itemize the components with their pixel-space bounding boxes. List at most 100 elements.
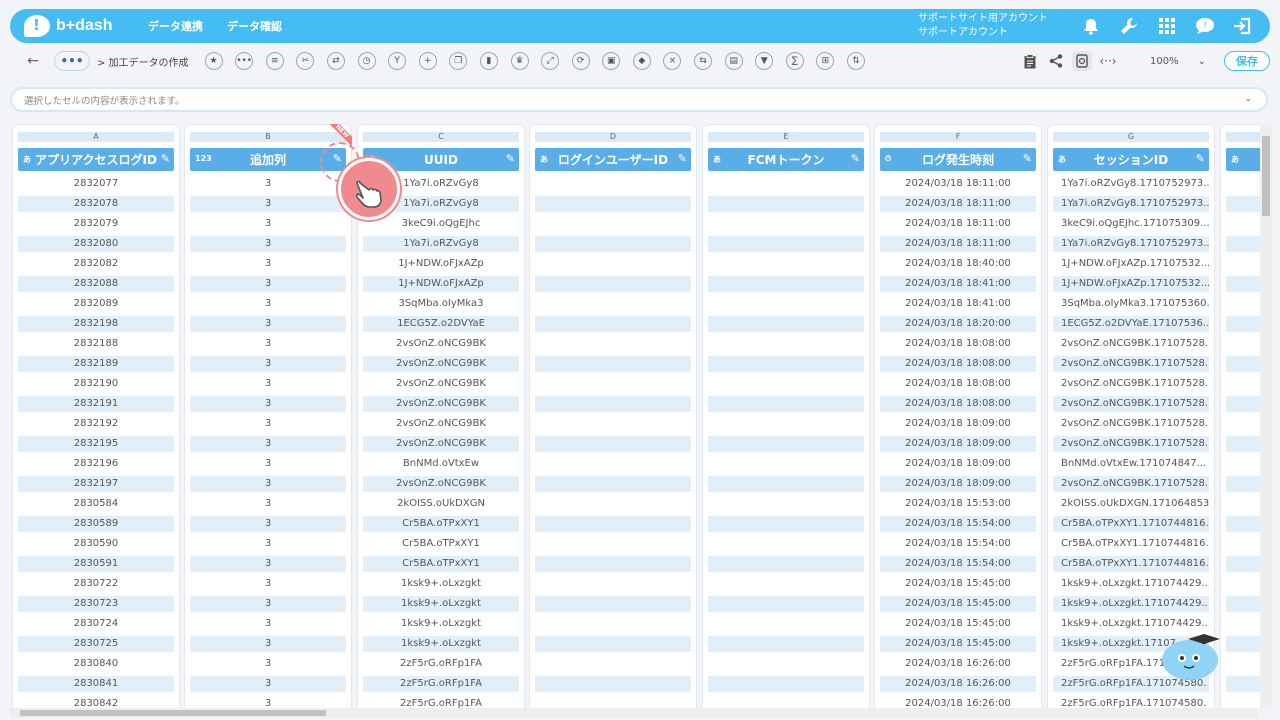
table-cell[interactable]: 1ksk9+.oLxzgkt — [363, 576, 519, 592]
formula-icon[interactable]: ∑ — [785, 52, 804, 70]
table-cell[interactable] — [708, 336, 864, 352]
table-cell[interactable] — [708, 496, 864, 512]
table-cell[interactable]: 3 — [190, 536, 346, 552]
table-cell[interactable] — [708, 236, 864, 252]
table-cell[interactable]: 2024/03/18 16:26:00 — [880, 696, 1036, 708]
table-cell[interactable]: 1ECG5Z.o2DVYaE — [363, 316, 519, 332]
zoom-select[interactable]: 100% ⌄ — [1132, 51, 1214, 71]
table-cell[interactable]: 2024/03/18 16:26:00 — [880, 676, 1036, 692]
table-cell[interactable]: 3 — [190, 576, 346, 592]
table-cell[interactable] — [535, 536, 691, 552]
table-cell[interactable]: 2024/03/18 18:41:00 — [880, 296, 1036, 312]
table-cell[interactable]: 2830584 — [18, 496, 174, 512]
table-cell[interactable] — [1226, 516, 1260, 532]
column-header[interactable]: あ FCMトークン ✎ — [708, 148, 864, 171]
table-cell[interactable] — [535, 336, 691, 352]
table-cell[interactable] — [535, 576, 691, 592]
column-letter[interactable]: F — [880, 132, 1036, 142]
column-header[interactable]: ⏱ ログ発生時刻 ✎ — [880, 148, 1036, 171]
table-cell[interactable]: Cr5BA.oTPxXY1 — [363, 556, 519, 572]
account-info[interactable]: サポートサイト用アカウント サポートアカウント — [918, 12, 1048, 40]
table-cell[interactable]: 2832190 — [18, 376, 174, 392]
table-cell[interactable] — [1226, 356, 1260, 372]
table-cell[interactable] — [535, 216, 691, 232]
share-icon[interactable] — [1046, 51, 1066, 71]
grid-icon[interactable] — [1156, 15, 1178, 37]
table-cell[interactable]: 2024/03/18 15:54:00 — [880, 536, 1036, 552]
table-icon[interactable]: ⊞ — [816, 52, 835, 70]
table-cell[interactable] — [1226, 396, 1260, 412]
table-cell[interactable]: 3 — [190, 216, 346, 232]
table-cell[interactable]: 1ksk9+.oLxzgkt.171074429... — [1053, 596, 1209, 612]
table-cell[interactable] — [535, 316, 691, 332]
table-cell[interactable]: 1ksk9+.oLxzgkt — [363, 616, 519, 632]
table-cell[interactable]: 2832195 — [18, 436, 174, 452]
table-cell[interactable] — [708, 616, 864, 632]
column-header[interactable]: あログインユーザーID ✎ — [535, 148, 691, 171]
table-cell[interactable] — [535, 356, 691, 372]
table-cell[interactable] — [535, 676, 691, 692]
table-cell[interactable]: 2832192 — [18, 416, 174, 432]
table-cell[interactable] — [1226, 496, 1260, 512]
table-cell[interactable]: 3 — [190, 516, 346, 532]
table-cell[interactable] — [1226, 476, 1260, 492]
column-header[interactable]: あ セッションID ✎ — [1053, 148, 1209, 171]
table-cell[interactable]: 2832088 — [18, 276, 174, 292]
table-cell[interactable]: 2024/03/18 18:09:00 — [880, 436, 1036, 452]
table-cell[interactable]: 2830589 — [18, 516, 174, 532]
table-cell[interactable]: 1Ya7i.oRZvGy8 — [363, 236, 519, 252]
table-cell[interactable]: 1ksk9+.oLxzgkt.171074429... — [1053, 576, 1209, 592]
table-cell[interactable] — [535, 496, 691, 512]
table-cell[interactable]: Cr5BA.oTPxXY1.1710744816... — [1053, 556, 1209, 572]
table-cell[interactable]: 2832079 — [18, 216, 174, 232]
table-cell[interactable] — [708, 316, 864, 332]
table-cell[interactable]: 2024/03/18 18:09:00 — [880, 476, 1036, 492]
merge-icon[interactable]: ⇄ — [326, 52, 345, 70]
table-cell[interactable] — [535, 476, 691, 492]
table-cell[interactable]: 3 — [190, 376, 346, 392]
table-cell[interactable]: 2vsOnZ.oNCG9BK — [363, 416, 519, 432]
table-cell[interactable] — [1226, 276, 1260, 292]
table-cell[interactable]: 3 — [190, 616, 346, 632]
table-cell[interactable]: 2832197 — [18, 476, 174, 492]
table-cell[interactable]: 1ksk9+.oLxzgkt — [363, 636, 519, 652]
history-icon[interactable] — [1072, 51, 1092, 71]
table-cell[interactable] — [708, 296, 864, 312]
table-cell[interactable] — [1226, 456, 1260, 472]
table-cell[interactable] — [1226, 656, 1260, 672]
table-cell[interactable] — [535, 636, 691, 652]
table-cell[interactable] — [1226, 576, 1260, 592]
cell-content-bar[interactable]: 選択したセルの内容が表示されます。 ⌄ — [10, 87, 1268, 112]
table-cell[interactable]: 2830722 — [18, 576, 174, 592]
logout-icon[interactable] — [1232, 15, 1254, 37]
save-button[interactable]: 保存 — [1224, 51, 1270, 71]
table-cell[interactable] — [535, 456, 691, 472]
table-cell[interactable] — [535, 436, 691, 452]
refresh-icon[interactable]: ⟳ — [571, 52, 590, 70]
table-cell[interactable] — [1226, 556, 1260, 572]
table-cell[interactable]: 1ECG5Z.o2DVYaE.17107536... — [1053, 316, 1209, 332]
table-cell[interactable] — [1226, 336, 1260, 352]
table-cell[interactable] — [535, 556, 691, 572]
table-cell[interactable]: 2024/03/18 15:53:00 — [880, 496, 1036, 512]
table-cell[interactable] — [535, 176, 691, 192]
nav-data-integration[interactable]: データ連携 — [148, 18, 203, 34]
table-cell[interactable]: 3 — [190, 496, 346, 512]
table-cell[interactable] — [535, 236, 691, 252]
edit-pencil-icon[interactable]: ✎ — [1023, 152, 1032, 165]
filter-icon[interactable]: ▼ — [755, 52, 774, 70]
table-cell[interactable] — [535, 376, 691, 392]
table-cell[interactable]: 2024/03/18 15:45:00 — [880, 576, 1036, 592]
table-cell[interactable]: Cr5BA.oTPxXY1 — [363, 536, 519, 552]
table-cell[interactable] — [1226, 416, 1260, 432]
table-cell[interactable] — [708, 536, 864, 552]
table-cell[interactable]: 3 — [190, 696, 346, 708]
table-cell[interactable]: 2024/03/18 18:11:00 — [880, 236, 1036, 252]
table-cell[interactable]: 3 — [190, 656, 346, 672]
expand-icon[interactable]: ⤢ — [541, 52, 560, 70]
vertical-scrollbar[interactable] — [1260, 124, 1272, 708]
code-icon[interactable]: ‹··› — [1098, 51, 1118, 71]
table-cell[interactable] — [535, 516, 691, 532]
table-cell[interactable]: 3 — [190, 176, 346, 192]
table-cell[interactable]: 2830842 — [18, 696, 174, 708]
